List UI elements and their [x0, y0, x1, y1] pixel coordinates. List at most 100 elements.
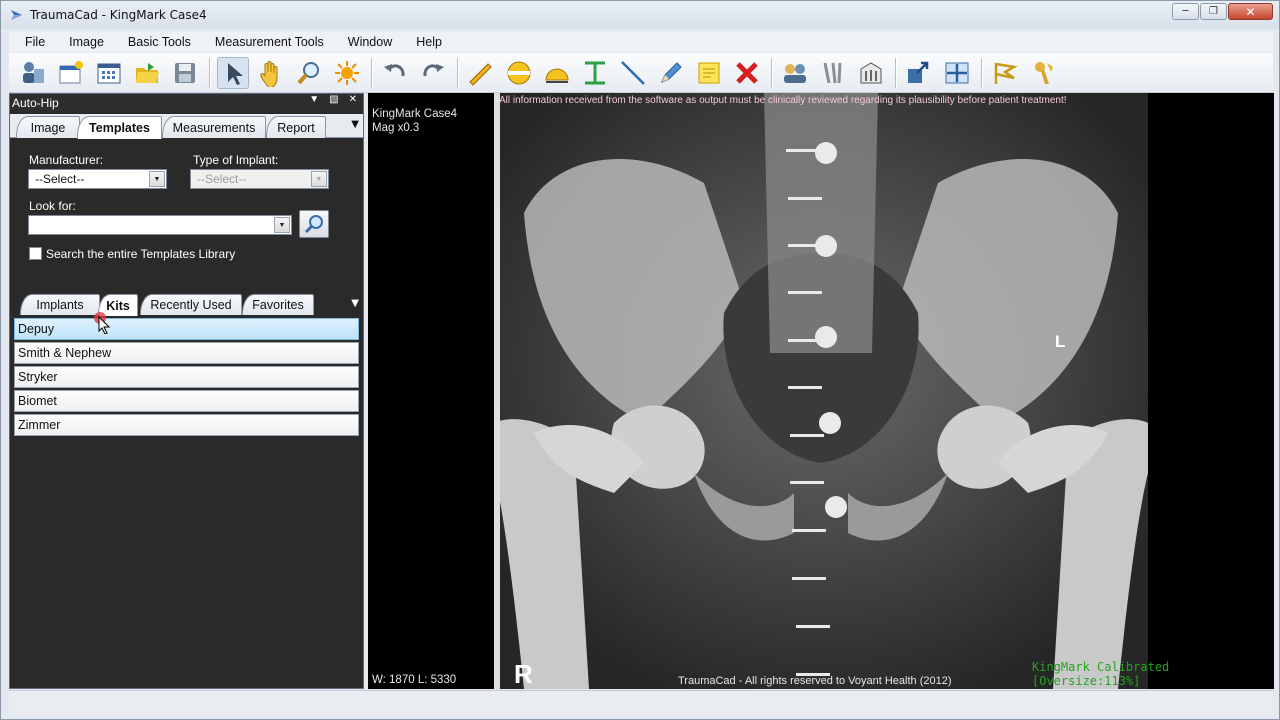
chevron-down-icon[interactable]: ▼: [149, 171, 165, 187]
implant-button[interactable]: [817, 57, 849, 89]
pan-tool-button[interactable]: [255, 57, 287, 89]
search-library-label: Search the entire Templates Library: [46, 247, 236, 261]
search-button[interactable]: [299, 210, 329, 238]
tab-measurements[interactable]: Measurements: [162, 116, 266, 138]
export-icon: [908, 61, 929, 83]
tab-favorites[interactable]: Favorites: [242, 294, 314, 315]
pencil-tool-button[interactable]: [655, 57, 687, 89]
pin-icon[interactable]: ▧: [329, 94, 338, 105]
tab-templates[interactable]: Templates: [77, 116, 162, 139]
zoom-icon: [297, 61, 319, 84]
panel-close-icon[interactable]: ✕: [349, 94, 357, 105]
list-item[interactable]: Stryker: [14, 366, 359, 388]
select-tool-button[interactable]: [217, 56, 249, 89]
toolbar-separator: [981, 57, 983, 88]
ruler-tool-button[interactable]: [465, 57, 497, 89]
chevron-down-icon[interactable]: ▼: [274, 217, 290, 233]
magnification: Mag x0.3: [372, 122, 420, 134]
tab-image[interactable]: Image: [16, 116, 80, 138]
minimize-button[interactable]: ─: [1172, 3, 1199, 20]
undo-button[interactable]: [379, 57, 411, 89]
distance-tool-button[interactable]: [579, 57, 611, 89]
zoom-tool-button[interactable]: [293, 57, 325, 89]
close-button[interactable]: ✕: [1228, 3, 1273, 20]
menu-window[interactable]: Window: [332, 35, 400, 49]
look-for-label: Look for:: [29, 199, 76, 213]
open-button[interactable]: [131, 57, 163, 89]
pencil-icon: [661, 61, 682, 83]
redo-button[interactable]: [417, 57, 449, 89]
flag-icon: [994, 62, 1018, 84]
layout-button[interactable]: [93, 57, 125, 89]
undo-icon: [384, 63, 405, 76]
note-tool-button[interactable]: [693, 57, 725, 89]
new-image-button[interactable]: [55, 57, 87, 89]
chevron-down-icon[interactable]: ▼: [311, 171, 327, 187]
note-icon: [698, 62, 720, 83]
tab-report[interactable]: Report: [266, 116, 326, 138]
menu-file[interactable]: File: [9, 35, 53, 49]
save-icon: [175, 62, 195, 83]
application-window: TraumaCad - KingMark Case4 ─ ❐ ✕ File Im…: [0, 0, 1280, 720]
manufacturer-label: Manufacturer:: [29, 153, 104, 167]
implant-type-value: --Select--: [197, 172, 247, 186]
export-button[interactable]: [903, 57, 935, 89]
manufacturer-value: --Select--: [35, 172, 85, 186]
right-side-marker: R: [514, 659, 533, 689]
distance-icon: [585, 61, 605, 84]
menu-measurement-tools[interactable]: Measurement Tools: [199, 35, 332, 49]
copyright-text: TraumaCad - All rights reserved to Voyan…: [678, 675, 952, 687]
subtabs-overflow-icon[interactable]: ▼: [351, 298, 359, 309]
save-button[interactable]: [169, 57, 201, 89]
line-tool-button[interactable]: [617, 57, 649, 89]
menu-help[interactable]: Help: [400, 35, 450, 49]
manufacturer-select[interactable]: --Select-- ▼: [28, 169, 167, 189]
maximize-icon: ❐: [1209, 6, 1218, 17]
patient-icon: [23, 61, 44, 83]
list-item[interactable]: Biomet: [14, 390, 359, 412]
angle-icon: [545, 68, 569, 83]
disclaimer-text: All information received from the softwa…: [499, 95, 1067, 106]
compare-icon: [784, 63, 806, 83]
title-bar[interactable]: TraumaCad - KingMark Case4 ─ ❐ ✕: [1, 1, 1279, 29]
brightness-tool-button[interactable]: [331, 57, 363, 89]
hip-button[interactable]: [1027, 57, 1059, 89]
status-bar: [9, 690, 1273, 716]
implant-type-select[interactable]: --Select-- ▼: [190, 169, 329, 189]
image-viewer[interactable]: KingMark Case4 Mag x0.3 All information …: [368, 93, 1274, 689]
left-side-marker: L: [1055, 332, 1066, 351]
list-item[interactable]: Smith & Nephew: [14, 342, 359, 364]
pelvis-xray-image: [494, 93, 1148, 689]
list-item[interactable]: Depuy: [14, 318, 359, 340]
toolbar-separator: [371, 57, 373, 88]
calibration-icon: [945, 62, 969, 83]
tab-implants[interactable]: Implants: [20, 294, 100, 315]
circle-tool-button[interactable]: [503, 57, 535, 89]
close-icon: ✕: [1245, 4, 1256, 19]
maximize-button[interactable]: ❐: [1200, 3, 1227, 20]
angle-tool-button[interactable]: [541, 57, 573, 89]
panel-menu-icon[interactable]: ▼: [309, 94, 319, 105]
look-for-input[interactable]: ▼: [28, 215, 292, 235]
compare-button[interactable]: [779, 57, 811, 89]
window-level: W: 1870 L: 5330: [372, 674, 457, 686]
kits-list: Depuy Smith & Nephew Stryker Biomet Zimm…: [14, 318, 359, 438]
templates-button[interactable]: [855, 57, 887, 89]
menu-basic-tools[interactable]: Basic Tools: [112, 35, 199, 49]
patient-button[interactable]: [17, 57, 49, 89]
delete-button[interactable]: [731, 57, 763, 89]
menu-image[interactable]: Image: [53, 35, 112, 49]
layout-grid-icon: [97, 63, 121, 83]
tabs-overflow-icon[interactable]: ▼: [351, 119, 359, 130]
circle-icon: [507, 61, 531, 84]
search-icon: [304, 215, 323, 234]
panel-tabs: Image Templates Measurements Report ▼: [10, 114, 363, 139]
mouse-cursor-icon: [94, 312, 111, 334]
flag-button[interactable]: [989, 57, 1021, 89]
list-item[interactable]: Zimmer: [14, 414, 359, 436]
search-library-checkbox[interactable]: [29, 247, 42, 260]
implant-icon: [823, 62, 842, 83]
calibration-button[interactable]: [941, 57, 973, 89]
case-name: KingMark Case4: [372, 108, 458, 120]
tab-recently-used[interactable]: Recently Used: [140, 294, 242, 315]
